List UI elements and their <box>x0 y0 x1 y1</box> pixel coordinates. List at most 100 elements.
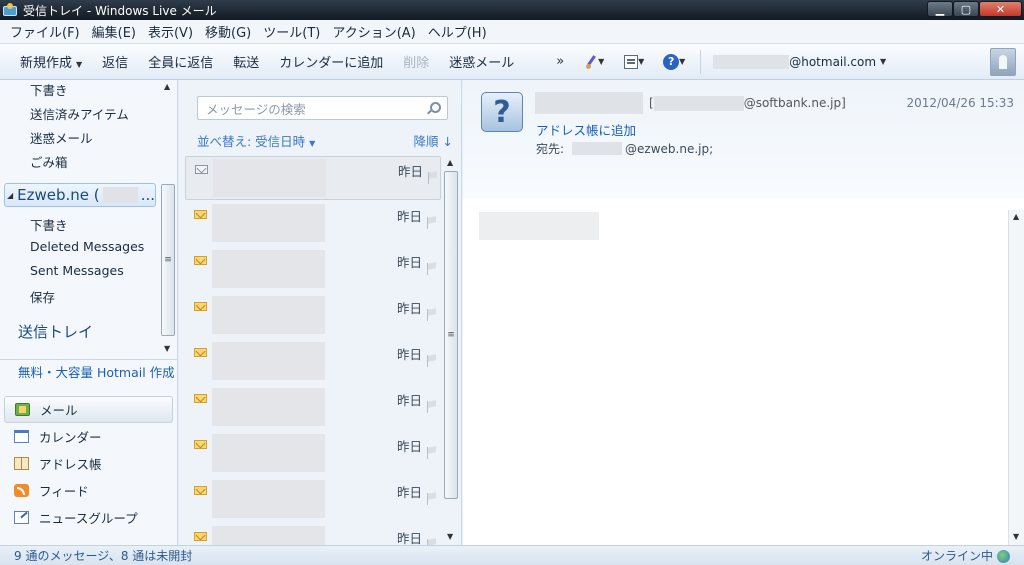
help-button[interactable]: ? ▼ <box>660 53 688 70</box>
scroll-down-icon[interactable]: ▼ <box>1013 532 1019 541</box>
reply-all-button[interactable]: 全員に返信 <box>138 52 223 71</box>
nav-contacts[interactable]: アドレス帳 <box>4 450 173 477</box>
scroll-down-icon[interactable]: ▼ <box>164 344 170 353</box>
folder-saved[interactable]: 保存 <box>30 287 55 306</box>
message-scroll-thumb[interactable]: ≡ <box>444 171 458 499</box>
chevron-down-icon: ▼ <box>76 60 83 69</box>
redacted-sender <box>212 480 325 518</box>
folder-drafts[interactable]: 下書き <box>30 80 68 99</box>
search-input[interactable]: メッセージの検索 <box>197 96 448 120</box>
flag-icon[interactable] <box>426 493 437 505</box>
sort-by-dropdown[interactable]: 並べ替え: 受信日時 ▼ <box>197 131 315 150</box>
menu-file[interactable]: ファイル(F) <box>4 22 86 41</box>
scroll-down-icon[interactable]: ▼ <box>447 532 453 541</box>
add-to-contacts-link[interactable]: アドレス帳に追加 <box>536 120 636 139</box>
forward-button[interactable]: 転送 <box>223 52 269 71</box>
folder-outbox[interactable]: 送信トレイ <box>18 321 93 342</box>
folder-account-drafts[interactable]: 下書き <box>30 215 68 234</box>
menu-tools[interactable]: ツール(T) <box>257 22 326 41</box>
nav-mail[interactable]: メール <box>4 396 173 423</box>
message-row[interactable]: 昨日 <box>185 202 441 246</box>
flag-icon[interactable] <box>427 172 438 184</box>
reading-scrollbar[interactable]: ▲ ▼ <box>1008 210 1024 545</box>
folder-trash[interactable]: ごみ箱 <box>30 152 68 171</box>
unread-envelope-icon <box>194 256 207 265</box>
redacted-sender <box>212 204 325 242</box>
chevron-down-icon: ▼ <box>598 57 605 66</box>
mail-icon <box>15 403 30 416</box>
sort-order-toggle[interactable]: 降順 ↓ <box>414 131 453 150</box>
unread-envelope-icon <box>194 440 207 449</box>
folder-scrollbar[interactable]: ▲ ≡ ▼ <box>160 80 176 356</box>
message-row[interactable]: 昨日 <box>185 294 441 338</box>
status-bar: 9 通のメッセージ、8 通は未開封 オンライン中 <box>0 545 1024 565</box>
flag-icon[interactable] <box>426 401 437 413</box>
new-button[interactable]: 新規作成 ▼ <box>10 52 92 71</box>
folder-deleted-messages[interactable]: Deleted Messages <box>30 239 144 254</box>
toolbar: 新規作成 ▼ 返信 全員に返信 転送 カレンダーに追加 削除 迷惑メール » ▼ … <box>0 44 1024 80</box>
redacted-sender <box>212 434 325 472</box>
folder-sent-items[interactable]: 送信済みアイテム <box>30 104 129 123</box>
title-bar: 受信トレイ - Windows Live メール ▁ ▢ ✕ <box>0 0 1024 20</box>
window-controls: ▁ ▢ ✕ <box>927 1 1022 17</box>
color-scheme-button[interactable]: ▼ <box>580 55 608 69</box>
collapse-triangle-icon[interactable]: ◢ <box>7 191 13 200</box>
message-row[interactable]: 昨日 <box>185 156 441 200</box>
redacted-sender-name <box>535 92 643 114</box>
scroll-up-icon[interactable]: ▲ <box>1013 212 1019 221</box>
delete-button[interactable]: 削除 <box>393 52 439 71</box>
folder-junk[interactable]: 迷惑メール <box>30 128 93 147</box>
unread-envelope-icon <box>194 302 207 311</box>
redacted-sender <box>212 296 325 334</box>
nav-newsgroups[interactable]: ニュースグループ <box>4 504 173 531</box>
search-icon[interactable] <box>427 102 441 114</box>
maximize-button[interactable]: ▢ <box>953 1 979 17</box>
online-status[interactable]: オンライン中 <box>921 547 1010 564</box>
message-row[interactable]: 昨日 <box>185 248 441 292</box>
unread-envelope-icon <box>194 532 207 541</box>
send-receive-button[interactable]: ▼ <box>620 54 648 69</box>
minimize-button[interactable]: ▁ <box>927 1 953 17</box>
account-menu[interactable]: @hotmail.com ▼ <box>713 54 887 69</box>
hotmail-signup-link[interactable]: 無料・大容量 Hotmail 作成 <box>18 362 175 381</box>
account-ezweb[interactable]: ◢ Ezweb.ne ( ... <box>4 183 156 207</box>
reply-button[interactable]: 返信 <box>92 52 138 71</box>
folder-scroll-thumb[interactable]: ≡ <box>161 184 175 336</box>
junk-button[interactable]: 迷惑メール <box>439 52 524 71</box>
message-row[interactable]: 昨日 <box>185 478 441 522</box>
folder-sent-messages[interactable]: Sent Messages <box>30 263 124 278</box>
flag-icon[interactable] <box>426 447 437 459</box>
nav-calendar[interactable]: カレンダー <box>4 423 173 450</box>
brush-icon <box>584 55 598 69</box>
menu-view[interactable]: 表示(V) <box>142 22 199 41</box>
scroll-up-icon[interactable]: ▲ <box>164 82 170 91</box>
chevron-down-icon: ▼ <box>880 57 887 66</box>
flag-icon[interactable] <box>426 309 437 321</box>
menu-actions[interactable]: アクション(A) <box>326 22 421 41</box>
scroll-up-icon[interactable]: ▲ <box>447 158 453 167</box>
flag-icon[interactable] <box>426 217 437 229</box>
menu-edit[interactable]: 編集(E) <box>86 22 142 41</box>
flag-icon[interactable] <box>426 263 437 275</box>
message-row[interactable]: 昨日 <box>185 432 441 476</box>
menu-bar: ファイル(F) 編集(E) 表示(V) 移動(G) ツール(T) アクション(A… <box>0 20 1024 44</box>
message-list-scrollbar[interactable]: ▲ ≡ ▼ <box>443 156 459 545</box>
menu-help[interactable]: ヘルプ(H) <box>422 22 493 41</box>
folder-list: 下書き 送信済みアイテム 迷惑メール ごみ箱 ◢ Ezweb.ne ( ... … <box>0 80 160 360</box>
message-row[interactable]: 昨日 <box>185 386 441 430</box>
unknown-contact-icon: ? <box>481 92 523 132</box>
message-row[interactable]: 昨日 <box>185 524 441 545</box>
message-date: 2012/04/26 15:33 <box>906 96 1014 110</box>
message-row[interactable]: 昨日 <box>185 340 441 384</box>
flag-icon[interactable] <box>426 355 437 367</box>
avatar[interactable] <box>990 48 1016 76</box>
message-date: 昨日 <box>397 439 423 454</box>
send-receive-icon <box>624 54 639 69</box>
unread-envelope-icon <box>194 210 207 219</box>
nav-feeds[interactable]: フィード <box>4 477 173 504</box>
more-commands-button[interactable]: » <box>546 54 574 69</box>
add-to-calendar-button[interactable]: カレンダーに追加 <box>269 52 393 71</box>
redacted-sender <box>212 342 325 380</box>
close-button[interactable]: ✕ <box>979 1 1022 17</box>
menu-go[interactable]: 移動(G) <box>199 22 257 41</box>
